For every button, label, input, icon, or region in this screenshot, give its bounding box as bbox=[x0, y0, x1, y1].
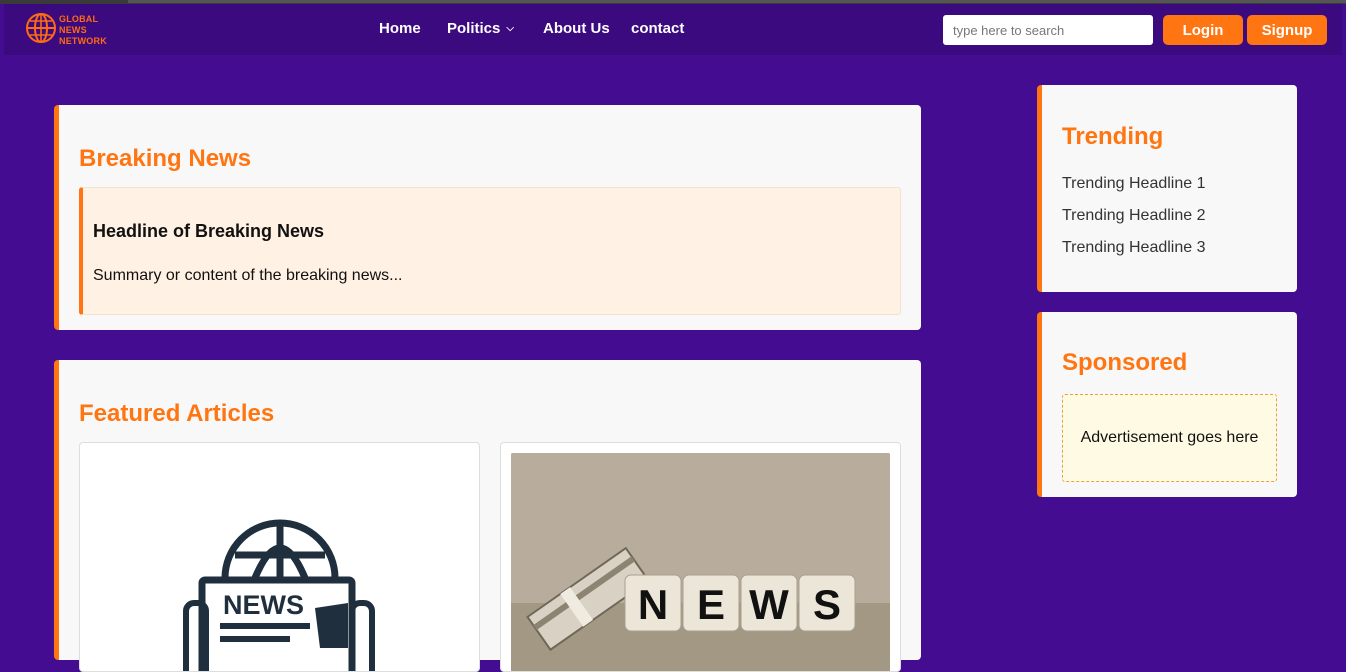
breaking-news-item[interactable]: Headline of Breaking News Summary or con… bbox=[79, 187, 901, 315]
featured-articles-card: Featured Articles NEWS N E W S bbox=[54, 360, 921, 672]
sponsored-title: Sponsored bbox=[1062, 349, 1188, 376]
breaking-news-card: Breaking News Headline of Breaking News … bbox=[54, 105, 921, 330]
nav-about-us[interactable]: About Us bbox=[543, 20, 610, 37]
featured-article-1[interactable]: NEWS bbox=[79, 442, 480, 672]
logo-text: GLOBAL NEWS NETWORK bbox=[59, 14, 107, 46]
dice-letter-w: W bbox=[749, 581, 789, 628]
logo[interactable]: GLOBAL NEWS NETWORK bbox=[25, 12, 115, 48]
news-dice-illustration: N E W S bbox=[511, 453, 890, 671]
dice-letter-s: S bbox=[813, 581, 841, 628]
newspaper-icon-text: NEWS bbox=[223, 590, 304, 620]
trending-item-1[interactable]: Trending Headline 1 bbox=[1062, 175, 1206, 193]
trending-title: Trending bbox=[1062, 123, 1164, 150]
trending-item-3[interactable]: Trending Headline 3 bbox=[1062, 239, 1206, 257]
nav-politics[interactable]: Politics ⌵ bbox=[447, 20, 514, 37]
breaking-news-title: Breaking News bbox=[79, 145, 252, 172]
chevron-down-icon: ⌵ bbox=[506, 23, 514, 34]
sponsored-card: Sponsored Advertisement goes here bbox=[1037, 312, 1297, 497]
featured-article-2[interactable]: N E W S bbox=[500, 442, 901, 672]
nav-contact[interactable]: contact bbox=[631, 20, 684, 37]
news-dice-photo: N E W S bbox=[511, 453, 890, 671]
dice-letter-n: N bbox=[638, 581, 668, 628]
breaking-summary: Summary or content of the breaking news.… bbox=[93, 267, 403, 284]
newspaper-globe-icon: NEWS bbox=[183, 519, 375, 671]
advertisement-box[interactable]: Advertisement goes here bbox=[1062, 394, 1277, 482]
globe-icon bbox=[26, 13, 56, 43]
signup-button[interactable]: Signup bbox=[1247, 15, 1327, 45]
dice-letter-e: E bbox=[697, 581, 725, 628]
search-input[interactable] bbox=[943, 15, 1153, 45]
login-button[interactable]: Login bbox=[1163, 15, 1243, 45]
advertisement-text: Advertisement goes here bbox=[1080, 429, 1259, 446]
trending-item-2[interactable]: Trending Headline 2 bbox=[1062, 207, 1206, 225]
navbar: GLOBAL NEWS NETWORK Home Politics ⌵ About… bbox=[4, 4, 1342, 55]
nav-home[interactable]: Home bbox=[379, 20, 421, 37]
featured-articles-title: Featured Articles bbox=[79, 400, 275, 427]
breaking-headline: Headline of Breaking News bbox=[93, 221, 325, 241]
trending-card: Trending Trending Headline 1 Trending He… bbox=[1037, 85, 1297, 292]
nav-politics-label: Politics bbox=[447, 20, 501, 37]
